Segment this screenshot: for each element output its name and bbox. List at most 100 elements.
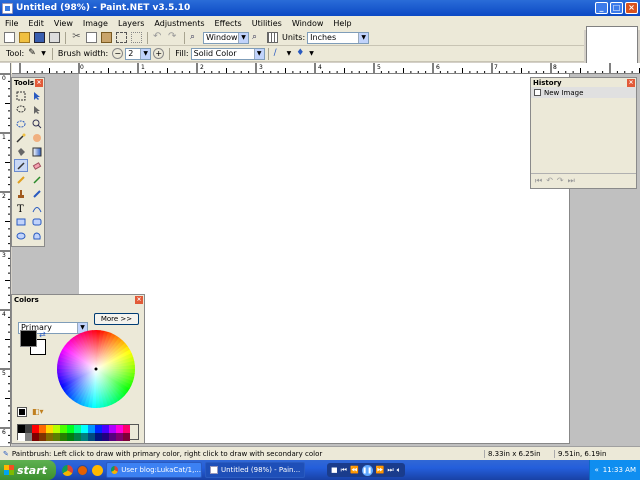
- stop-icon[interactable]: ■: [331, 466, 338, 474]
- close-button[interactable]: ×: [625, 2, 638, 14]
- menu-adjustments[interactable]: Adjustments: [149, 19, 209, 28]
- redo-icon[interactable]: ↷: [168, 32, 179, 43]
- more-colors-button[interactable]: More >>: [94, 313, 139, 325]
- fast-forward-icon[interactable]: ⏭: [568, 176, 575, 186]
- palette-swatch[interactable]: [88, 425, 95, 433]
- decrease-width-icon[interactable]: −: [112, 48, 124, 59]
- paint-bucket-icon[interactable]: [14, 145, 28, 158]
- chevron-down-icon[interactable]: ▼: [41, 50, 46, 57]
- palette-swatch[interactable]: [116, 433, 123, 441]
- zoom-select[interactable]: Window ▼: [203, 31, 249, 44]
- menu-help[interactable]: Help: [328, 19, 356, 28]
- palette-swatch[interactable]: [60, 433, 67, 441]
- close-icon[interactable]: ×: [135, 295, 143, 304]
- chevron-down-icon[interactable]: ▼: [287, 50, 292, 57]
- palette-swatch[interactable]: [39, 433, 46, 441]
- forward-icon[interactable]: ⏩: [376, 466, 385, 474]
- palette-swatch[interactable]: [102, 425, 109, 433]
- palette-swatch[interactable]: [81, 425, 88, 433]
- taskbar-item-paintnet[interactable]: Untitled (98%) - Pain...: [205, 462, 305, 478]
- rectangle-select-icon[interactable]: [14, 89, 28, 102]
- menu-effects[interactable]: Effects: [210, 19, 247, 28]
- antialiasing-icon[interactable]: ∕: [274, 48, 285, 59]
- palette-swatch[interactable]: [88, 433, 95, 441]
- ellipse-select-icon[interactable]: [14, 117, 28, 130]
- collapse-tray-icon[interactable]: «: [594, 466, 598, 474]
- chrome-icon[interactable]: [62, 464, 73, 476]
- text-tool-icon[interactable]: T: [14, 201, 28, 214]
- move-selection-icon[interactable]: [30, 89, 44, 102]
- color-picker-icon[interactable]: [30, 173, 44, 186]
- palette-swatch[interactable]: [39, 425, 46, 433]
- line-curve-icon[interactable]: [30, 201, 44, 214]
- palette-swatch[interactable]: [46, 433, 53, 441]
- move-selected-icon[interactable]: [30, 103, 44, 116]
- palette-swatch[interactable]: [53, 433, 60, 441]
- increase-width-icon[interactable]: +: [153, 48, 165, 59]
- units-select[interactable]: Inches ▼: [307, 31, 370, 44]
- color-wheel[interactable]: [56, 329, 136, 409]
- clone-stamp-icon[interactable]: [14, 187, 28, 200]
- palette-swatch[interactable]: [109, 433, 116, 441]
- palette-swatch[interactable]: [46, 425, 53, 433]
- palette-swatch[interactable]: [109, 425, 116, 433]
- open-folder-icon[interactable]: [19, 32, 30, 43]
- rectangle-shape-icon[interactable]: [14, 215, 28, 228]
- pan-tool-icon[interactable]: [30, 131, 44, 144]
- palette-swatch[interactable]: [67, 433, 74, 441]
- palette-swatch[interactable]: [74, 433, 81, 441]
- rewind-icon[interactable]: ⏪: [350, 466, 359, 474]
- palette-swatch[interactable]: [102, 433, 109, 441]
- palette-swatch[interactable]: [25, 425, 32, 433]
- close-icon[interactable]: ×: [35, 78, 43, 87]
- palette-swatch[interactable]: [67, 425, 74, 433]
- chevron-down-icon[interactable]: ▼: [309, 50, 314, 57]
- minimize-button[interactable]: _: [595, 2, 608, 14]
- volume-icon[interactable]: 🔈︎: [397, 466, 401, 475]
- redo-icon[interactable]: ↷: [557, 176, 564, 185]
- fill-select[interactable]: Solid Color ▼: [190, 47, 265, 60]
- palette-swatch[interactable]: [116, 425, 123, 433]
- menu-window[interactable]: Window: [287, 19, 329, 28]
- image-thumbnail[interactable]: [586, 26, 638, 64]
- palette-swatch[interactable]: [123, 425, 130, 433]
- palette-swatch[interactable]: [74, 425, 81, 433]
- history-item[interactable]: New Image: [531, 87, 636, 98]
- crop-icon[interactable]: [116, 32, 127, 43]
- menu-file[interactable]: File: [0, 19, 23, 28]
- copy-icon[interactable]: [86, 32, 97, 43]
- start-button[interactable]: start: [0, 460, 56, 480]
- maximize-button[interactable]: □: [610, 2, 623, 14]
- palette-swatch[interactable]: [18, 425, 25, 433]
- undo-icon[interactable]: ↶: [546, 176, 553, 185]
- deselect-icon[interactable]: [131, 32, 142, 43]
- firefox-icon[interactable]: [77, 464, 88, 476]
- menu-view[interactable]: View: [49, 19, 78, 28]
- grid-icon[interactable]: [267, 32, 278, 43]
- rounded-rectangle-icon[interactable]: [30, 215, 44, 228]
- palette-swatch[interactable]: [95, 433, 102, 441]
- reset-colors-icon[interactable]: [17, 407, 27, 417]
- eraser-icon[interactable]: [30, 159, 44, 172]
- palette-swatch[interactable]: [60, 425, 67, 433]
- palette-swatch[interactable]: [95, 425, 102, 433]
- lasso-select-icon[interactable]: [14, 103, 28, 116]
- palette-swatch[interactable]: [18, 433, 25, 441]
- pencil-icon[interactable]: [14, 173, 28, 186]
- pause-icon[interactable]: ❚❚: [361, 464, 373, 476]
- previous-icon[interactable]: ⏮: [341, 466, 347, 475]
- cut-icon[interactable]: ✂: [71, 32, 82, 43]
- brush-width-select[interactable]: 2 ▼: [125, 47, 152, 60]
- palette-swatch[interactable]: [32, 433, 39, 441]
- freeform-shape-icon[interactable]: [30, 229, 44, 242]
- paintbrush-tool-icon[interactable]: ✎: [28, 48, 39, 59]
- menu-edit[interactable]: Edit: [23, 19, 49, 28]
- menu-utilities[interactable]: Utilities: [247, 19, 287, 28]
- recolor-icon[interactable]: [30, 187, 44, 200]
- explorer-icon[interactable]: [92, 464, 103, 476]
- palette-swatch[interactable]: [123, 433, 130, 441]
- paintbrush-icon[interactable]: [14, 159, 28, 172]
- zoom-in-icon[interactable]: ⌕: [252, 32, 263, 43]
- new-file-icon[interactable]: [4, 32, 15, 43]
- close-icon[interactable]: ×: [627, 78, 635, 87]
